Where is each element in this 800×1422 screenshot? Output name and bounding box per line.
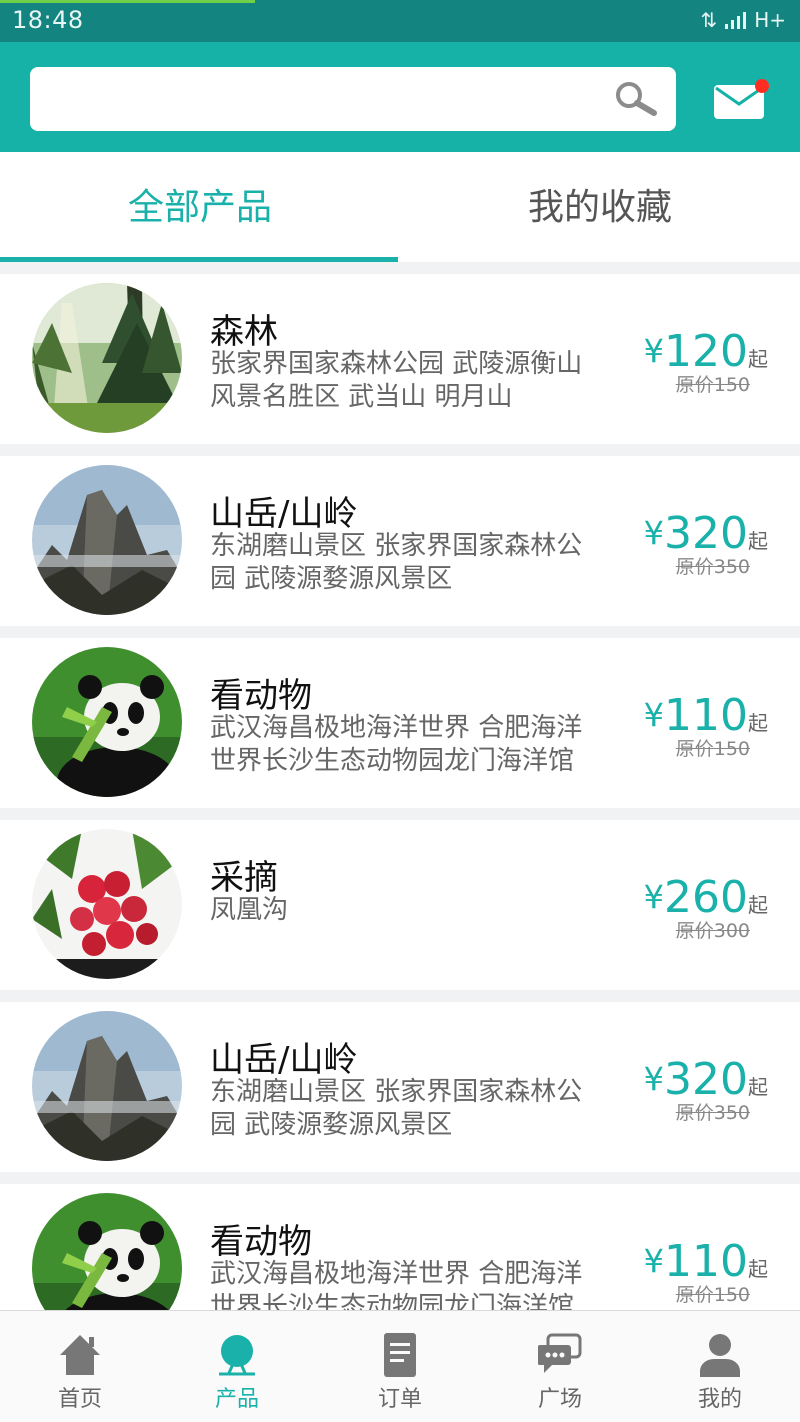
tab-bar: 全部产品 我的收藏: [0, 152, 800, 262]
search-icon[interactable]: [614, 81, 658, 117]
unread-badge: [755, 79, 769, 93]
top-header: [0, 42, 800, 152]
nav-home[interactable]: 首页: [0, 1311, 160, 1422]
nav-label: 我的: [697, 1387, 742, 1412]
currency-symbol: ¥: [643, 332, 665, 370]
product-item[interactable]: 看动物 武汉海昌极地海洋世界 合肥海洋世界长沙生态动物园龙门海洋馆 ¥110起 …: [0, 1184, 800, 1310]
nav-mine[interactable]: 我的: [640, 1311, 800, 1422]
product-image-forest: [32, 283, 182, 433]
product-description: 武汉海昌极地海洋世界 合肥海洋世界长沙生态动物园龙门海洋馆: [210, 713, 583, 776]
product-title: 森林: [210, 312, 278, 352]
product-description: 东湖磨山景区 张家界国家森林公园 武陵源婺源风景区: [210, 1077, 583, 1140]
currency-symbol: ¥: [643, 1242, 665, 1280]
original-price: 原价150: [675, 374, 750, 396]
price-suffix: 起: [748, 1075, 768, 1099]
product-item[interactable]: 看动物 武汉海昌极地海洋世界 合肥海洋世界长沙生态动物园龙门海洋馆 ¥110起 …: [0, 638, 800, 808]
tab-my-favorites[interactable]: 我的收藏: [400, 152, 800, 262]
price-suffix: 起: [748, 1257, 768, 1281]
currency-symbol: ¥: [643, 696, 665, 734]
original-price: 原价150: [675, 738, 750, 760]
original-price: 原价350: [675, 1102, 750, 1124]
nav-label: 广场: [537, 1387, 582, 1412]
nav-products[interactable]: 产品: [157, 1311, 317, 1422]
network-type: H+: [754, 8, 786, 32]
home-icon: [60, 1335, 100, 1375]
product-title: 看动物: [210, 676, 312, 716]
product-title: 山岳/山岭: [210, 494, 358, 534]
product-image-lychee: [32, 829, 182, 979]
product-image-panda: [32, 1193, 182, 1310]
nav-orders[interactable]: 订单: [320, 1311, 480, 1422]
status-indicators: ⇅ H+: [700, 8, 786, 32]
order-icon: [384, 1333, 416, 1377]
currency-symbol: ¥: [643, 878, 665, 916]
product-image-mountain: [32, 465, 182, 615]
product-description: 凤凰沟: [210, 895, 289, 925]
nav-label: 首页: [57, 1387, 102, 1412]
tab-all-products[interactable]: 全部产品: [0, 152, 400, 262]
chat-icon: [538, 1333, 582, 1373]
active-tab-indicator: [0, 257, 398, 262]
nav-plaza[interactable]: 广场: [480, 1311, 640, 1422]
product-image-mountain: [32, 1011, 182, 1161]
product-title: 采摘: [210, 858, 278, 898]
data-transfer-icon: ⇅: [700, 8, 718, 32]
product-item[interactable]: 采摘 凤凰沟 ¥260起 原价300: [0, 820, 800, 990]
product-icon: [219, 1335, 255, 1376]
product-title: 山岳/山岭: [210, 1040, 358, 1080]
bottom-nav: 首页 产品 订单 广场 我的: [0, 1310, 800, 1422]
product-image-panda: [32, 647, 182, 797]
nav-label: 订单: [377, 1387, 422, 1412]
currency-symbol: ¥: [643, 1060, 665, 1098]
product-item[interactable]: 森林 张家界国家森林公园 武陵源衡山风景名胜区 武当山 明月山 ¥120起 原价…: [0, 274, 800, 444]
search-box: [30, 67, 676, 131]
product-list: 森林 张家界国家森林公园 武陵源衡山风景名胜区 武当山 明月山 ¥120起 原价…: [0, 274, 800, 1310]
loading-progress: [0, 0, 255, 3]
price-suffix: 起: [748, 347, 768, 371]
search-input[interactable]: [30, 67, 590, 131]
signal-icon: [725, 11, 747, 29]
price-suffix: 起: [748, 711, 768, 735]
message-button[interactable]: [713, 79, 769, 120]
original-price: 原价150: [675, 1284, 750, 1306]
status-time: 18:48: [12, 6, 84, 34]
currency-symbol: ¥: [643, 514, 665, 552]
status-bar: 18:48 ⇅ H+: [0, 0, 800, 42]
nav-label: 产品: [214, 1387, 259, 1412]
product-title: 看动物: [210, 1222, 312, 1262]
product-description: 张家界国家森林公园 武陵源衡山风景名胜区 武当山 明月山: [210, 349, 583, 412]
user-icon: [700, 1334, 740, 1377]
original-price: 原价350: [675, 556, 750, 578]
product-description: 武汉海昌极地海洋世界 合肥海洋世界长沙生态动物园龙门海洋馆: [210, 1259, 583, 1310]
product-description: 东湖磨山景区 张家界国家森林公园 武陵源婺源风景区: [210, 531, 583, 594]
original-price: 原价300: [675, 920, 750, 942]
price-suffix: 起: [748, 529, 768, 553]
product-item[interactable]: 山岳/山岭 东湖磨山景区 张家界国家森林公园 武陵源婺源风景区 ¥320起 原价…: [0, 456, 800, 626]
price-suffix: 起: [748, 893, 768, 917]
product-item[interactable]: 山岳/山岭 东湖磨山景区 张家界国家森林公园 武陵源婺源风景区 ¥320起 原价…: [0, 1002, 800, 1172]
